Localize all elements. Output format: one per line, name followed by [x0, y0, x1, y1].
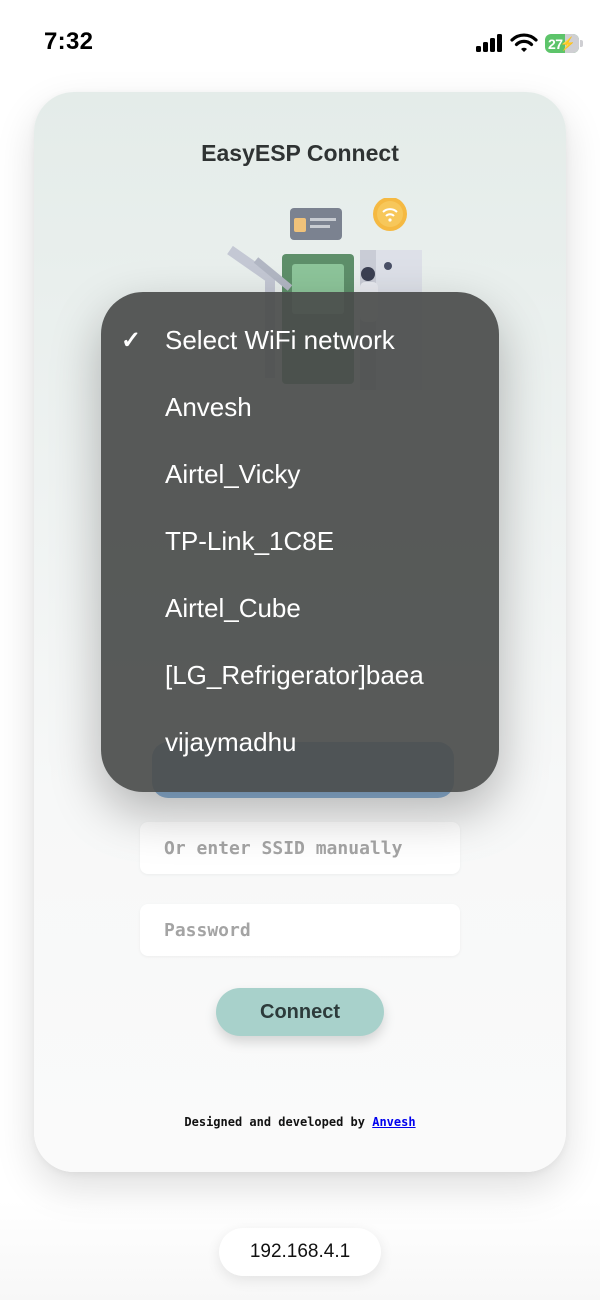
cellular-signal-icon	[476, 34, 504, 52]
app-title: EasyESP Connect	[201, 140, 399, 166]
status-bar: 7:32 27 ⚡	[0, 0, 600, 80]
picker-option-label: Airtel_Vicky	[165, 459, 301, 489]
wifi-icon	[510, 33, 538, 52]
picker-option-tp-link-1c8e[interactable]: TP-Link_1C8E	[101, 508, 499, 575]
picker-option-label: Airtel_Cube	[165, 593, 301, 623]
credit-text: Designed and developed by	[184, 1115, 373, 1129]
picker-option-airtel-vicky[interactable]: Airtel_Vicky	[101, 441, 499, 508]
connect-button[interactable]: Connect	[216, 988, 384, 1036]
battery-cap	[580, 40, 583, 47]
credit-link[interactable]: Anvesh	[372, 1115, 415, 1129]
url-bar[interactable]: 192.168.4.1	[219, 1228, 381, 1276]
picker-option-select-wifi-network[interactable]: ✓ Select WiFi network	[101, 307, 499, 374]
wifi-network-picker: ✓ Select WiFi network Anvesh Airtel_Vick…	[101, 292, 499, 792]
picker-option-label: Select WiFi network	[165, 325, 395, 355]
picker-option-lg-refrigerator[interactable]: [LG_Refrigerator]baea	[101, 642, 499, 709]
battery-charging-icon: 27 ⚡	[545, 34, 579, 53]
password-input[interactable]	[140, 904, 460, 956]
credit-footer: Designed and developed by Anvesh	[34, 1115, 566, 1129]
checkmark-icon: ✓	[121, 327, 142, 354]
picker-option-label: Anvesh	[165, 392, 252, 422]
picker-option-label: TP-Link_1C8E	[165, 526, 335, 556]
picker-option-vijaymadhu[interactable]: vijaymadhu	[101, 709, 499, 776]
picker-option-label: [LG_Refrigerator]baea	[165, 660, 424, 690]
ssid-input[interactable]	[140, 822, 460, 874]
status-time: 7:32	[44, 28, 94, 55]
picker-option-anvesh[interactable]: Anvesh	[101, 374, 499, 441]
picker-option-label: vijaymadhu	[165, 727, 297, 757]
picker-option-airtel-cube[interactable]: Airtel_Cube	[101, 575, 499, 642]
